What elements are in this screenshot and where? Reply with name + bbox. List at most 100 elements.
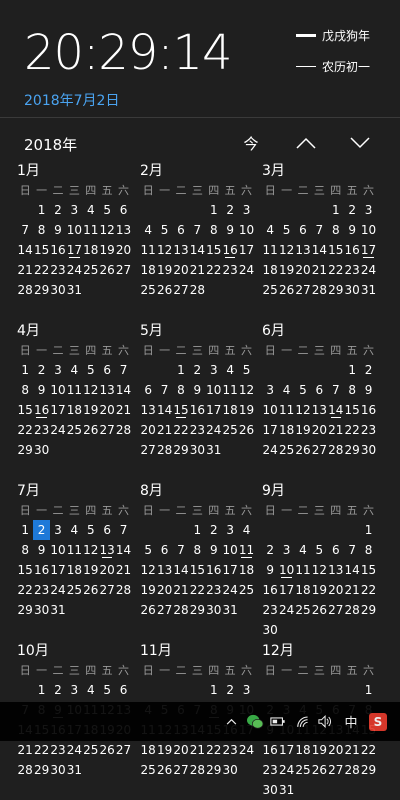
day-cell[interactable]: 10 (222, 540, 238, 560)
month-title[interactable]: 9月 (262, 480, 378, 502)
day-cell[interactable]: 24 (66, 260, 82, 280)
day-cell[interactable]: 22 (206, 260, 222, 280)
day-cell[interactable]: 3 (238, 680, 254, 700)
day-cell[interactable]: 15 (33, 240, 49, 260)
day-cell[interactable]: 13 (295, 240, 311, 260)
day-cell[interactable]: 20 (99, 400, 115, 420)
day-cell[interactable]: 3 (206, 360, 222, 380)
day-cell[interactable]: 7 (115, 520, 131, 540)
day-cell[interactable]: 16 (33, 560, 49, 580)
day-cell[interactable]: 5 (156, 220, 172, 240)
day-cell[interactable]: 25 (278, 440, 294, 460)
day-cell[interactable]: 12 (83, 380, 99, 400)
day-cell[interactable]: 29 (206, 760, 222, 780)
day-cell[interactable]: 21 (173, 580, 189, 600)
day-cell[interactable]: 10 (66, 220, 82, 240)
day-cell[interactable]: 1 (33, 200, 49, 220)
day-cell[interactable]: 30 (360, 440, 376, 460)
day-cell[interactable]: 9 (344, 220, 360, 240)
day-cell[interactable]: 5 (83, 520, 99, 540)
day-cell[interactable]: 17 (360, 240, 376, 260)
day-cell[interactable]: 6 (115, 680, 131, 700)
day-cell[interactable]: 9 (206, 540, 222, 560)
day-cell[interactable]: 27 (115, 260, 131, 280)
day-cell[interactable]: 27 (173, 760, 189, 780)
day-cell[interactable]: 27 (140, 440, 156, 460)
day-cell[interactable]: 29 (189, 600, 205, 620)
day-cell[interactable]: 24 (278, 760, 294, 780)
day-cell[interactable]: 28 (311, 280, 327, 300)
day-cell[interactable]: 6 (156, 540, 172, 560)
day-cell[interactable]: 23 (33, 580, 49, 600)
day-cell[interactable]: 3 (50, 520, 66, 540)
day-cell[interactable]: 4 (66, 520, 82, 540)
day-cell[interactable]: 14 (17, 240, 33, 260)
day-cell[interactable]: 9 (50, 220, 66, 240)
day-cell[interactable]: 23 (206, 580, 222, 600)
day-cell[interactable]: 16 (262, 740, 278, 760)
month-title[interactable]: 6月 (262, 320, 378, 342)
day-cell[interactable]: 4 (66, 360, 82, 380)
day-cell[interactable]: 7 (344, 540, 360, 560)
day-cell[interactable]: 23 (360, 420, 376, 440)
day-cell[interactable]: 15 (173, 400, 189, 420)
day-cell[interactable]: 2 (206, 520, 222, 540)
day-cell[interactable]: 16 (33, 400, 49, 420)
day-cell[interactable]: 3 (66, 200, 82, 220)
day-cell[interactable]: 30 (50, 280, 66, 300)
day-cell[interactable]: 21 (17, 260, 33, 280)
day-cell[interactable]: 10 (360, 220, 376, 240)
day-cell[interactable]: 30 (262, 780, 278, 800)
day-cell[interactable]: 22 (328, 260, 344, 280)
day-cell[interactable]: 12 (83, 540, 99, 560)
day-cell[interactable]: 19 (83, 560, 99, 580)
day-cell[interactable]: 8 (17, 380, 33, 400)
day-cell[interactable]: 31 (222, 600, 238, 620)
day-cell[interactable]: 19 (311, 740, 327, 760)
day-cell[interactable]: 18 (278, 420, 294, 440)
day-cell[interactable]: 5 (278, 220, 294, 240)
day-cell[interactable]: 24 (66, 740, 82, 760)
day-cell[interactable]: 14 (344, 560, 360, 580)
day-cell[interactable]: 12 (99, 220, 115, 240)
day-cell[interactable]: 5 (311, 540, 327, 560)
day-cell[interactable]: 24 (206, 420, 222, 440)
day-cell[interactable]: 11 (238, 540, 254, 560)
day-cell[interactable]: 29 (17, 600, 33, 620)
date-link[interactable]: 2018年7月2日 (24, 90, 119, 110)
next-button[interactable] (343, 128, 377, 158)
day-cell[interactable]: 6 (311, 380, 327, 400)
day-cell[interactable]: 18 (262, 260, 278, 280)
day-cell[interactable]: 13 (328, 560, 344, 580)
day-cell[interactable]: 20 (328, 740, 344, 760)
day-cell[interactable]: 8 (17, 540, 33, 560)
day-cell[interactable]: 28 (115, 420, 131, 440)
day-cell[interactable]: 15 (344, 400, 360, 420)
volume-tray-button[interactable] (316, 702, 336, 741)
day-cell[interactable]: 15 (17, 560, 33, 580)
day-cell[interactable]: 4 (295, 540, 311, 560)
day-cell[interactable]: 4 (278, 380, 294, 400)
day-cell[interactable]: 17 (66, 240, 82, 260)
day-cell[interactable]: 10 (206, 380, 222, 400)
day-cell[interactable]: 17 (206, 400, 222, 420)
day-cell[interactable]: 13 (140, 400, 156, 420)
day-cell[interactable]: 25 (83, 260, 99, 280)
day-cell[interactable]: 26 (156, 280, 172, 300)
day-cell[interactable]: 8 (173, 380, 189, 400)
day-cell[interactable]: 8 (328, 220, 344, 240)
day-cell[interactable]: 23 (50, 740, 66, 760)
day-cell[interactable]: 23 (50, 260, 66, 280)
day-cell[interactable]: 7 (189, 220, 205, 240)
day-cell[interactable]: 25 (140, 280, 156, 300)
day-cell[interactable]: 22 (360, 740, 376, 760)
day-cell[interactable]: 1 (328, 200, 344, 220)
day-cell[interactable]: 19 (156, 260, 172, 280)
day-cell[interactable]: 10 (238, 220, 254, 240)
day-cell[interactable]: 27 (328, 600, 344, 620)
day-cell[interactable]: 21 (344, 580, 360, 600)
day-cell[interactable]: 21 (344, 740, 360, 760)
day-cell[interactable]: 26 (156, 760, 172, 780)
day-cell[interactable]: 14 (328, 400, 344, 420)
day-cell[interactable]: 19 (278, 260, 294, 280)
